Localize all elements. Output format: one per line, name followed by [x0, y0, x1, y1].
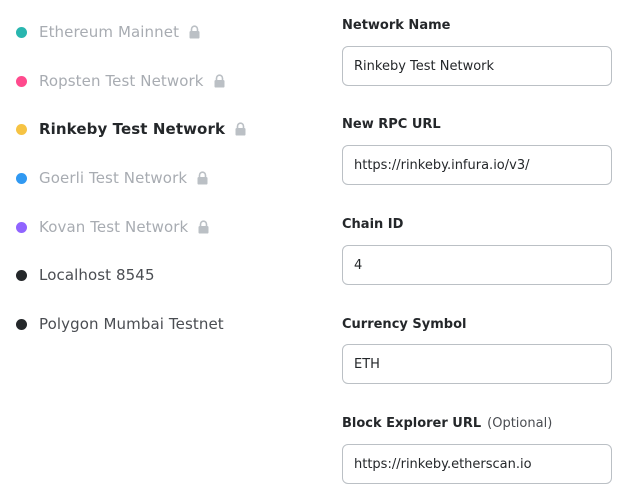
network-label: Goerli Test Network — [39, 169, 188, 187]
network-label: Kovan Test Network — [39, 218, 189, 236]
network-color-dot — [16, 75, 27, 87]
lock-icon — [197, 171, 208, 185]
network-color-dot — [16, 123, 27, 135]
network-name-label: Network Name — [342, 18, 451, 33]
network-label: Polygon Mumbai Testnet — [39, 315, 224, 333]
rpc-url-label: New RPC URL — [342, 117, 441, 132]
network-label: Localhost 8545 — [39, 266, 155, 284]
network-item-polygon-mumbai[interactable]: Polygon Mumbai Testnet — [16, 312, 224, 336]
chain-id-input[interactable] — [342, 245, 612, 285]
network-item-ethereum-mainnet[interactable]: Ethereum Mainnet — [16, 20, 201, 44]
currency-symbol-label: Currency Symbol — [342, 317, 467, 332]
network-item-ropsten[interactable]: Ropsten Test Network — [16, 69, 226, 93]
network-color-dot — [16, 172, 27, 184]
network-color-dot — [16, 26, 27, 38]
network-label: Rinkeby Test Network — [39, 120, 226, 138]
network-item-goerli[interactable]: Goerli Test Network — [16, 166, 209, 190]
lock-icon — [214, 74, 225, 88]
block-explorer-label: Block Explorer URL (Optional) — [342, 416, 552, 431]
currency-symbol-input[interactable] — [342, 344, 612, 384]
network-item-localhost-8545[interactable]: Localhost 8545 — [16, 263, 155, 287]
network-color-dot — [16, 269, 27, 281]
lock-icon — [189, 25, 200, 39]
network-item-kovan[interactable]: Kovan Test Network — [16, 215, 210, 239]
block-explorer-input[interactable] — [342, 444, 612, 484]
network-item-rinkeby[interactable]: Rinkeby Test Network — [16, 117, 247, 141]
chain-id-label: Chain ID — [342, 217, 404, 232]
block-explorer-label-text: Block Explorer URL — [342, 416, 482, 431]
network-label: Ethereum Mainnet — [39, 23, 180, 41]
network-label: Ropsten Test Network — [39, 72, 204, 90]
rpc-url-input[interactable] — [342, 145, 612, 185]
lock-icon — [235, 122, 246, 136]
network-color-dot — [16, 318, 27, 330]
lock-icon — [198, 220, 209, 234]
optional-note: (Optional) — [487, 416, 553, 431]
network-color-dot — [16, 221, 27, 233]
network-name-input[interactable] — [342, 46, 612, 86]
